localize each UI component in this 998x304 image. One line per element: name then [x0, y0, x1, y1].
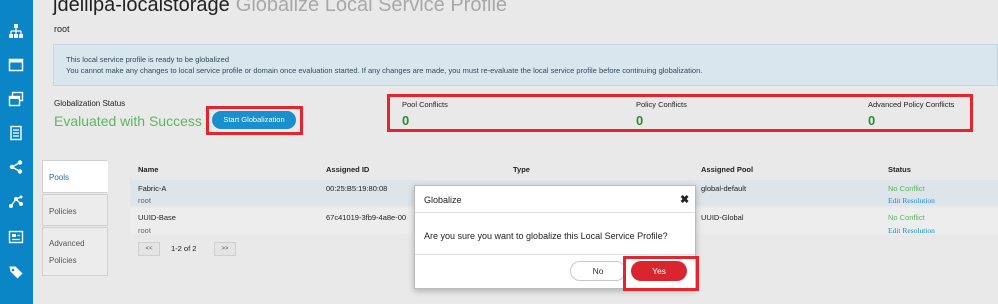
profile-name: jdellipa-localstorage: [53, 0, 230, 16]
breadcrumb: root: [54, 24, 70, 34]
tab-policies-label: Policies: [49, 207, 77, 216]
row-name: Fabric-A: [138, 184, 167, 193]
pager-range: 1-2 of 2: [171, 244, 197, 253]
advanced-policy-conflicts-label: Advanced Policy Conflicts: [868, 100, 955, 109]
share-icon[interactable]: [8, 159, 24, 175]
pool-conflicts-label: Pool Conflicts: [402, 100, 448, 109]
pool-conflicts-value: 0: [402, 113, 410, 128]
info-banner: This local service profile is ready to b…: [53, 44, 998, 86]
tab-advanced-label-1: Advanced: [49, 239, 85, 248]
globalization-status-label: Globalization Status: [54, 99, 126, 108]
row-assigned-id: 00:25:B5:19:80:08: [326, 184, 388, 193]
tab-policies[interactable]: Policies: [42, 194, 108, 226]
tab-pools[interactable]: Pools: [42, 160, 108, 193]
page-title: jdellipa-localstorage Globalize Local Ser…: [53, 0, 507, 17]
row-status: No Conflict: [888, 213, 925, 222]
edit-resolution-link[interactable]: Edit Resolution: [888, 226, 935, 235]
row-sub: root: [138, 196, 151, 205]
globalization-status-value: Evaluated with Success: [54, 113, 202, 129]
page-subtitle: Globalize Local Service Profile: [235, 0, 508, 16]
advanced-policy-conflicts-value: 0: [868, 113, 876, 128]
tab-pools-label: Pools: [49, 173, 70, 182]
edit-resolution-link[interactable]: Edit Resolution: [888, 196, 935, 205]
row-assigned-id: 67c41019-3fb9-4a8e-00: [326, 213, 407, 222]
banner-line-2: You cannot make any changes to local ser…: [66, 66, 703, 75]
row-sub: root: [138, 226, 151, 235]
dialog-message: Are you sure you want to globalize this …: [424, 231, 668, 241]
row-status: No Conflict: [888, 184, 925, 193]
tab-advanced-label-2: Policies: [49, 256, 77, 265]
row-assigned-pool: global-default: [701, 184, 747, 193]
row-name: UUID-Base: [138, 213, 176, 222]
window-icon[interactable]: [8, 57, 24, 73]
yes-button-highlight: [623, 256, 699, 291]
banner-line-1: This local service profile is ready to b…: [66, 55, 229, 64]
col-header-assigned-pool[interactable]: Assigned Pool: [701, 165, 753, 174]
col-header-status[interactable]: Status: [888, 165, 911, 174]
stacked-windows-icon[interactable]: [8, 91, 24, 107]
document-icon[interactable]: [8, 125, 24, 141]
badge-icon[interactable]: [8, 229, 24, 245]
hierarchy-icon[interactable]: [8, 23, 24, 39]
policy-conflicts-value: 0: [636, 113, 644, 128]
dialog-divider: [415, 212, 695, 213]
close-icon[interactable]: ✖: [680, 193, 689, 206]
left-nav: [0, 0, 33, 304]
row-assigned-pool: UUID-Global: [701, 213, 744, 222]
col-header-type[interactable]: Type: [513, 165, 530, 174]
dialog-divider: [415, 254, 695, 255]
policy-conflicts-label: Policy Conflicts: [636, 100, 687, 109]
network-icon[interactable]: [8, 194, 24, 210]
no-button[interactable]: No: [570, 261, 626, 281]
start-globalization-button[interactable]: Start Globalization: [212, 111, 296, 129]
tag-icon[interactable]: [8, 264, 24, 280]
pager-prev-button[interactable]: <<: [138, 242, 160, 256]
pager-next-button[interactable]: >>: [214, 242, 236, 256]
dialog-title: Globalize: [424, 195, 462, 205]
col-header-assigned-id[interactable]: Assigned ID: [326, 165, 369, 174]
tab-advanced-policies[interactable]: Advanced Policies: [42, 227, 108, 276]
col-header-name[interactable]: Name: [138, 165, 158, 174]
